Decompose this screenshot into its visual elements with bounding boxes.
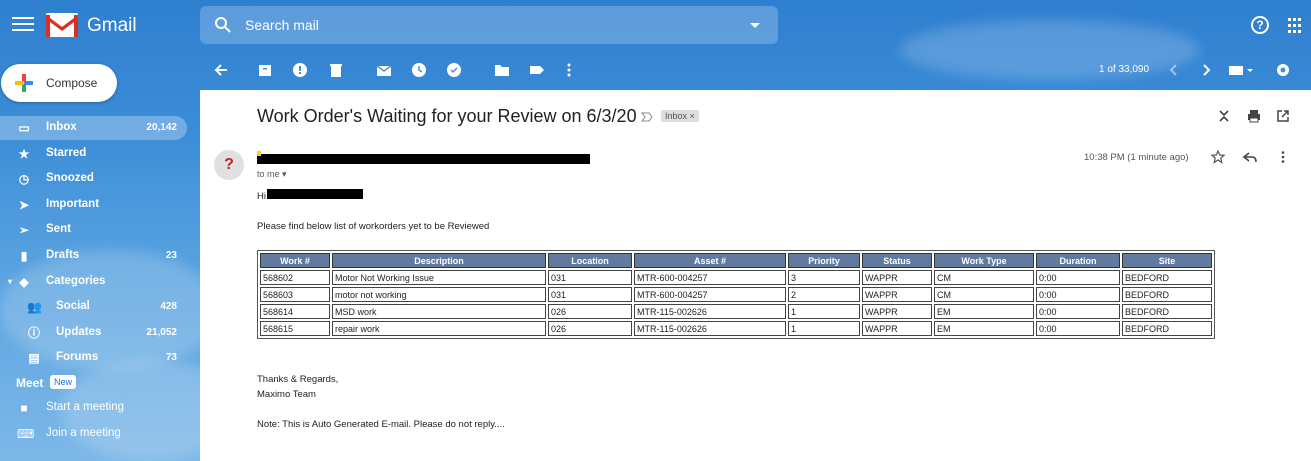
collapse-all-icon[interactable]: [1217, 109, 1231, 123]
sidebar-item-categories[interactable]: ▾ ◆ Categories: [0, 270, 187, 294]
plus-icon: [15, 74, 33, 92]
video-camera-icon: ■: [20, 401, 28, 415]
email-time: 10:38 PM (1 minute ago): [1084, 152, 1189, 163]
col-site: Site: [1122, 253, 1212, 268]
apps-grid-icon[interactable]: [1288, 17, 1303, 33]
email-subject: Work Order's Waiting for your Review on …: [257, 106, 637, 126]
snooze-icon[interactable]: [411, 62, 427, 78]
table-row: 568614 MSD work 026 MTR-115-002626 1 WAPPR EM 0…: [260, 304, 1212, 319]
col-location: Location: [548, 253, 632, 268]
top-bar: Gmail Search mail ?: [0, 0, 1311, 52]
draft-icon: ▮: [20, 249, 28, 263]
sidebar-item-sent[interactable]: ➢ Sent: [0, 218, 187, 242]
sidebar-item-important[interactable]: ➤ Important: [0, 193, 187, 217]
label-icon: ◆: [19, 275, 29, 289]
move-to-icon[interactable]: [494, 62, 510, 78]
col-asset: Asset #: [634, 253, 786, 268]
labels-icon[interactable]: [529, 62, 545, 78]
star-icon[interactable]: [1211, 150, 1225, 164]
table-row: 568602 Motor Not Working Issue 031 MTR-600-…: [260, 270, 1212, 285]
meet-section-title: Meet: [16, 376, 44, 390]
greeting: Hi: [257, 191, 266, 202]
star-icon: ★: [18, 147, 30, 161]
back-icon[interactable]: [213, 62, 229, 78]
table-row: 568615 repair work 026 MTR-115-002626 1 WAPPR…: [260, 321, 1212, 336]
input-tools-icon[interactable]: [1228, 62, 1254, 78]
send-icon: ➢: [18, 223, 30, 237]
search-bar[interactable]: Search mail: [200, 6, 778, 44]
newer-icon[interactable]: [1166, 62, 1182, 78]
new-badge: New: [50, 375, 77, 389]
work-order-table: Work # Description Location Asset # Prio…: [257, 250, 1215, 339]
email-view: Work Order's Waiting for your Review on …: [200, 90, 1311, 461]
older-icon[interactable]: [1198, 62, 1214, 78]
main-menu-icon[interactable]: [12, 14, 34, 36]
redacted-name: [267, 189, 363, 199]
auto-generated-note: Note: This is Auto Generated E-mail. Ple…: [257, 419, 505, 430]
table-header-row: Work # Description Location Asset # Prio…: [260, 253, 1212, 268]
importance-marker-icon[interactable]: [641, 112, 653, 122]
col-status: Status: [862, 253, 932, 268]
settings-gear-icon[interactable]: [1275, 62, 1291, 78]
compose-button[interactable]: Compose: [1, 64, 117, 102]
compose-label: Compose: [46, 76, 98, 90]
col-duration: Duration: [1036, 253, 1120, 268]
sidebar-item-updates[interactable]: ⓘ Updates 21,052: [0, 321, 187, 345]
expand-arrow-icon[interactable]: ▾: [3, 275, 17, 289]
print-icon[interactable]: [1247, 109, 1261, 123]
info-icon: ⓘ: [27, 326, 40, 340]
start-meeting-item[interactable]: ■ Start a meeting: [0, 396, 187, 420]
search-icon[interactable]: [214, 16, 232, 34]
more-options-icon[interactable]: [561, 62, 577, 78]
col-work-number: Work #: [260, 253, 330, 268]
recipient-dropdown[interactable]: to me ▾: [257, 169, 287, 180]
gmail-logo[interactable]: [46, 13, 78, 37]
pagination-text: 1 of 33,090: [1099, 64, 1150, 75]
forum-icon: ▤: [28, 351, 40, 365]
add-task-icon[interactable]: [446, 62, 462, 78]
mark-unread-icon[interactable]: [376, 62, 392, 78]
signature-regards: Thanks & Regards,: [257, 374, 339, 385]
email-intro: Please find below list of workorders yet…: [257, 221, 490, 232]
col-priority: Priority: [788, 253, 860, 268]
redacted-sender: [257, 154, 590, 164]
report-spam-icon[interactable]: [292, 62, 308, 78]
keyboard-icon: ⌨: [17, 427, 35, 441]
delete-icon[interactable]: [328, 62, 344, 78]
inbox-label-chip[interactable]: Inbox ×: [661, 110, 699, 122]
sidebar-item-starred[interactable]: ★ Starred: [0, 142, 187, 166]
signature-team: Maximo Team: [257, 389, 316, 400]
sidebar-item-snoozed[interactable]: ◷ Snoozed: [0, 167, 187, 191]
col-work-type: Work Type: [934, 253, 1034, 268]
col-description: Description: [332, 253, 546, 268]
app-name: Gmail: [87, 15, 137, 36]
people-icon: 👥: [27, 300, 42, 314]
important-icon: ➤: [18, 198, 30, 212]
archive-icon[interactable]: [257, 62, 273, 78]
table-row: 568603 motor not working 031 MTR-600-004257…: [260, 287, 1212, 302]
sender-avatar[interactable]: ?: [214, 150, 244, 180]
search-options-icon[interactable]: [750, 23, 760, 28]
reply-icon[interactable]: [1243, 150, 1257, 164]
clock-icon: ◷: [18, 172, 30, 186]
join-meeting-item[interactable]: ⌨ Join a meeting: [0, 422, 187, 446]
inbox-icon: ▭: [18, 121, 30, 135]
sidebar-item-social[interactable]: 👥 Social 428: [0, 295, 187, 319]
sidebar-item-inbox[interactable]: ▭ Inbox 20,142: [0, 116, 187, 140]
highlight-mark: [257, 151, 261, 156]
more-actions-icon[interactable]: [1276, 150, 1290, 164]
open-new-window-icon[interactable]: [1276, 109, 1290, 123]
sidebar-item-drafts[interactable]: ▮ Drafts 23: [0, 244, 187, 268]
sidebar-item-forums[interactable]: ▤ Forums 73: [0, 346, 187, 370]
help-icon[interactable]: ?: [1251, 16, 1269, 34]
search-input[interactable]: Search mail: [245, 17, 319, 33]
